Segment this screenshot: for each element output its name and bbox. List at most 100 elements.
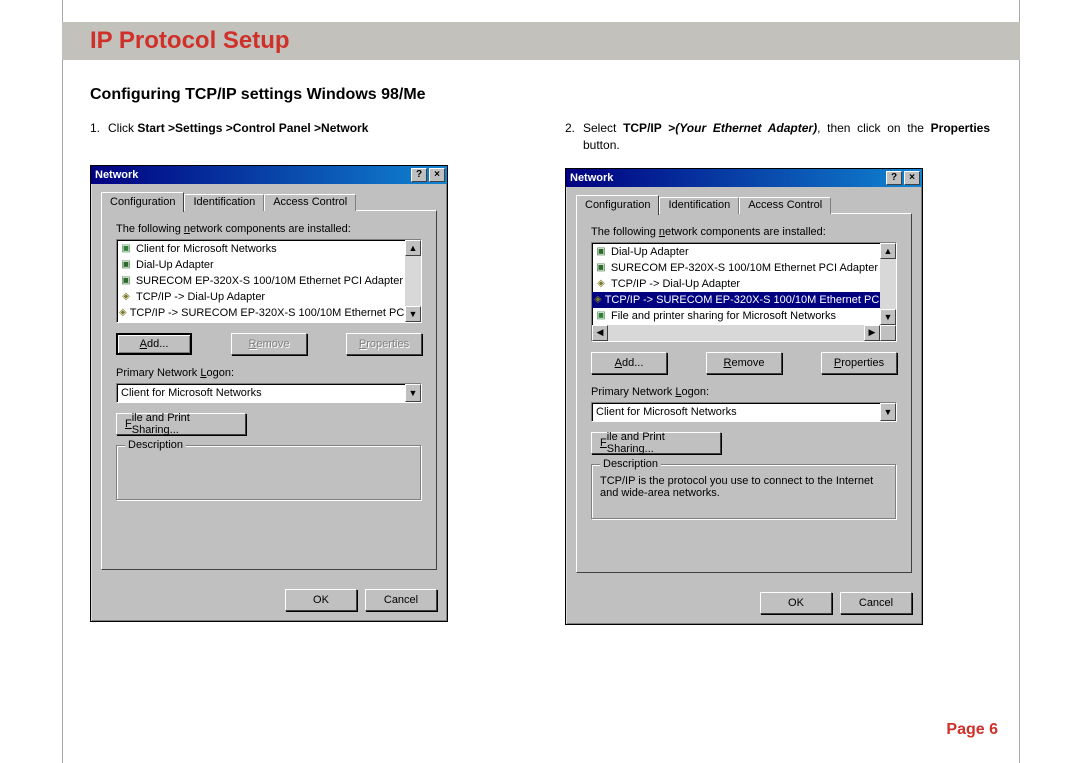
dropdown-value: Client for Microsoft Networks	[121, 387, 405, 399]
primary-logon-dropdown[interactable]: Client for Microsoft Networks ▼	[591, 402, 897, 422]
help-icon[interactable]: ?	[886, 171, 902, 185]
cancel-button[interactable]: Cancel	[840, 592, 912, 614]
remove-button[interactable]: Remove	[706, 352, 782, 374]
step-1-number: 1.	[90, 120, 108, 137]
tab-identification[interactable]: Identification	[659, 197, 739, 214]
close-icon[interactable]: ×	[904, 171, 920, 185]
adapter-icon: ▣	[119, 258, 133, 272]
scroll-up-icon[interactable]: ▲	[880, 243, 896, 259]
listbox-items: ▣Dial-Up Adapter ▣SURECOM EP-320X-S 100/…	[592, 243, 880, 325]
tab-strip: Configuration Identification Access Cont…	[576, 195, 912, 214]
tab-pane: The following network components are ins…	[101, 210, 437, 570]
add-button[interactable]: Add...	[116, 333, 192, 355]
properties-button[interactable]: Properties	[346, 333, 422, 355]
scroll-up-icon[interactable]: ▲	[405, 240, 421, 256]
list-item-selected[interactable]: ◈TCP/IP -> SURECOM EP-320X-S 100/10M Eth…	[592, 292, 880, 308]
protocol-icon: ◈	[594, 293, 602, 307]
tab-pane: The following network components are ins…	[576, 213, 912, 573]
scroll-down-icon[interactable]: ▼	[880, 309, 896, 325]
subheading: Configuring TCP/IP settings Windows 98/M…	[90, 86, 426, 104]
title-bar: IP Protocol Setup	[62, 22, 1020, 60]
vertical-scrollbar[interactable]: ▲ ▼	[880, 243, 896, 325]
description-label: Description	[125, 439, 186, 451]
ok-button[interactable]: OK	[760, 592, 832, 614]
scroll-track[interactable]	[880, 259, 896, 309]
add-button[interactable]: Add...	[591, 352, 667, 374]
installed-label: The following network components are ins…	[116, 223, 422, 235]
list-item[interactable]: ◈TCP/IP -> Dial-Up Adapter	[592, 276, 880, 292]
page-footer: Page 6	[946, 721, 998, 739]
scroll-right-icon[interactable]: ▶	[864, 325, 880, 341]
close-icon[interactable]: ×	[429, 168, 445, 182]
dropdown-value: Client for Microsoft Networks	[596, 406, 880, 418]
tab-access-control[interactable]: Access Control	[739, 197, 831, 214]
list-item[interactable]: ▣File and printer sharing for Microsoft …	[592, 308, 880, 324]
components-listbox[interactable]: ▣Dial-Up Adapter ▣SURECOM EP-320X-S 100/…	[591, 242, 897, 342]
list-item[interactable]: ▣Dial-Up Adapter	[117, 257, 405, 273]
cancel-button[interactable]: Cancel	[365, 589, 437, 611]
dialog-footer: OK Cancel	[566, 584, 922, 624]
right-column: 2.Select TCP/IP >(Your Ethernet Adapter)…	[565, 120, 990, 625]
scroll-down-icon[interactable]: ▼	[405, 306, 421, 322]
description-label: Description	[600, 458, 661, 470]
adapter-icon: ▣	[594, 261, 608, 275]
tab-identification[interactable]: Identification	[184, 194, 264, 211]
client-icon: ▣	[119, 242, 133, 256]
scroll-track[interactable]	[405, 256, 421, 306]
remove-button[interactable]: Remove	[231, 333, 307, 355]
scroll-corner	[880, 325, 896, 341]
button-row: Add... Remove Properties	[116, 333, 422, 355]
dialog-title-text: Network	[568, 172, 884, 184]
list-item[interactable]: ◈TCP/IP -> Dial-Up Adapter	[117, 289, 405, 305]
dialog-footer: OK Cancel	[91, 581, 447, 621]
components-listbox[interactable]: ▣Client for Microsoft Networks ▣Dial-Up …	[116, 239, 422, 323]
step-1-text: 1.Click Start >Settings >Control Panel >…	[90, 120, 515, 137]
help-icon[interactable]: ?	[411, 168, 427, 182]
tab-access-control[interactable]: Access Control	[264, 194, 356, 211]
primary-logon-label: Primary Network Logon:	[116, 367, 422, 379]
left-column: 1.Click Start >Settings >Control Panel >…	[90, 120, 515, 625]
protocol-icon: ◈	[119, 290, 133, 304]
content-columns: 1.Click Start >Settings >Control Panel >…	[90, 120, 990, 625]
chevron-down-icon[interactable]: ▼	[405, 384, 421, 402]
list-item[interactable]: ▣SURECOM EP-320X-S 100/10M Ethernet PCI …	[117, 273, 405, 289]
tab-strip: Configuration Identification Access Cont…	[101, 192, 437, 211]
scroll-track[interactable]	[608, 325, 864, 341]
step-2-text: 2.Select TCP/IP >(Your Ethernet Adapter)…	[565, 120, 990, 154]
listbox-items: ▣Client for Microsoft Networks ▣Dial-Up …	[117, 240, 405, 322]
ok-button[interactable]: OK	[285, 589, 357, 611]
network-dialog-right: Network ? × Configuration Identification…	[565, 168, 923, 625]
dialog-body: Configuration Identification Access Cont…	[91, 184, 447, 581]
dialog-titlebar[interactable]: Network ? ×	[566, 169, 922, 187]
chevron-down-icon[interactable]: ▼	[880, 403, 896, 421]
adapter-icon: ▣	[119, 274, 133, 288]
tab-configuration[interactable]: Configuration	[101, 192, 184, 212]
list-item[interactable]: ▣Dial-Up Adapter	[592, 244, 880, 260]
dialog-titlebar[interactable]: Network ? ×	[91, 166, 447, 184]
description-text: TCP/IP is the protocol you use to connec…	[600, 475, 873, 499]
dialog-body: Configuration Identification Access Cont…	[566, 187, 922, 584]
file-print-sharing-button[interactable]: File and Print Sharing...	[116, 413, 246, 435]
primary-logon-dropdown[interactable]: Client for Microsoft Networks ▼	[116, 383, 422, 403]
description-groupbox: Description	[116, 445, 422, 501]
installed-label: The following network components are ins…	[591, 226, 897, 238]
tab-configuration[interactable]: Configuration	[576, 195, 659, 215]
file-print-sharing-button[interactable]: File and Print Sharing...	[591, 432, 721, 454]
service-icon: ▣	[594, 309, 608, 323]
button-row: Add... Remove Properties	[591, 352, 897, 374]
properties-button[interactable]: Properties	[821, 352, 897, 374]
horizontal-scrollbar[interactable]: ◀ ▶	[592, 325, 896, 341]
page-title: IP Protocol Setup	[90, 27, 290, 55]
list-item[interactable]: ▣SURECOM EP-320X-S 100/10M Ethernet PCI …	[592, 260, 880, 276]
list-item[interactable]: ◈TCP/IP -> SURECOM EP-320X-S 100/10M Eth…	[117, 305, 405, 321]
dialog-title-text: Network	[93, 169, 409, 181]
network-dialog-left: Network ? × Configuration Identification…	[90, 165, 448, 622]
primary-logon-label: Primary Network Logon:	[591, 386, 897, 398]
scroll-left-icon[interactable]: ◀	[592, 325, 608, 341]
list-item[interactable]: ▣Client for Microsoft Networks	[117, 241, 405, 257]
step-2-number: 2.	[565, 120, 583, 137]
description-groupbox: Description TCP/IP is the protocol you u…	[591, 464, 897, 520]
protocol-icon: ◈	[594, 277, 608, 291]
vertical-scrollbar[interactable]: ▲ ▼	[405, 240, 421, 322]
adapter-icon: ▣	[594, 245, 608, 259]
